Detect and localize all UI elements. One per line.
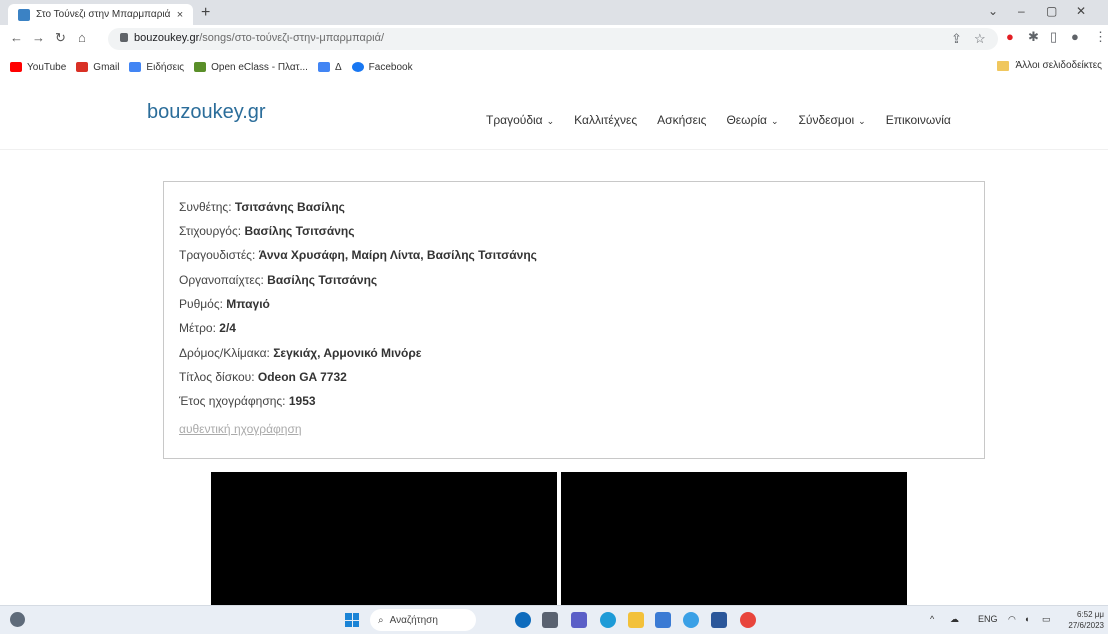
eclass-icon (194, 62, 207, 72)
scale-row: Δρόμος/Κλίμακα: Σεγκιάχ, Αρμονικό Μινόρε (179, 346, 422, 360)
nav-artists[interactable]: Καλλιτέχνες (574, 113, 637, 127)
side-panel-icon[interactable]: ▯ (1050, 29, 1057, 45)
bookmark-news[interactable]: Ειδήσεις (129, 62, 184, 73)
wifi-icon[interactable]: ◠ (1008, 614, 1016, 625)
bookmark-gmail[interactable]: Gmail (76, 62, 119, 73)
extensions-icon[interactable]: ✱ (1028, 29, 1039, 45)
nav-theory[interactable]: Θεωρία ⌄ (726, 113, 778, 127)
nav-contact[interactable]: Επικοινωνία (886, 113, 951, 127)
site-favicon-icon (18, 8, 30, 21)
store-icon[interactable] (655, 612, 671, 628)
chevron-down-icon: ⌄ (546, 116, 555, 126)
tab-search-icon[interactable]: ⌄ (988, 4, 998, 18)
lock-icon (120, 33, 128, 42)
lyricist-row: Στιχουργός: Βασίλης Τσιτσάνης (179, 224, 355, 238)
bookmarks-bar: YouTube Gmail Ειδήσεις Open eClass - Πλα… (0, 55, 1108, 79)
file-explorer-icon[interactable] (628, 612, 644, 628)
singers-row: Τραγουδιστές: Άννα Χρυσάφη, Μαίρη Λίντα,… (179, 248, 537, 262)
song-info-box: Συνθέτης: Τσιτσάνης Βασίλης Στιχουργός: … (163, 181, 985, 459)
facebook-icon (351, 62, 364, 72)
meter-row: Μέτρο: 2/4 (179, 321, 236, 335)
windows-taskbar: ⌕ Αναζήτηση ^ ☁ ENG ◠ ◖ ▭ 6:52 μμ 27/6/202… (0, 605, 1108, 634)
profile-avatar-icon[interactable]: ● (1071, 29, 1079, 44)
tab-title: Στο Τούνεζι στην Μπαρμπαριά (36, 9, 171, 20)
back-icon[interactable]: ← (10, 30, 23, 45)
maximize-button[interactable]: ▢ (1046, 4, 1057, 18)
bookmark-docs[interactable]: Δ (317, 62, 342, 73)
task-view-icon[interactable] (542, 612, 558, 628)
share-icon[interactable]: ⇪ (951, 31, 962, 47)
taskbar-search[interactable]: ⌕ Αναζήτηση (370, 609, 476, 631)
battery-icon[interactable]: ▭ (1042, 614, 1051, 625)
site-logo[interactable]: bouzoukey.gr (147, 101, 266, 124)
reload-icon[interactable]: ↻ (55, 30, 66, 46)
nav-songs[interactable]: Τραγούδια ⌄ (486, 113, 554, 127)
chevron-down-icon: ⌄ (858, 116, 866, 126)
opera-extension-icon[interactable]: ● (1006, 29, 1014, 44)
new-tab-button[interactable]: + (201, 4, 210, 22)
video-embed-1[interactable] (211, 472, 557, 605)
menu-icon[interactable]: ⋮ (1094, 29, 1107, 45)
docs-icon (317, 62, 330, 72)
word-icon[interactable] (711, 612, 727, 628)
bookmark-eclass[interactable]: Open eClass - Πλατ... (194, 62, 308, 73)
close-window-button[interactable]: ✕ (1076, 4, 1086, 18)
language-indicator[interactable]: ENG (978, 614, 998, 624)
tab-close-icon[interactable]: × (173, 9, 187, 21)
chevron-down-icon: ⌄ (770, 116, 779, 126)
main-nav: Τραγούδια ⌄ Καλλιτέχνες Ασκήσεις Θεωρία ⌄ … (486, 113, 971, 127)
nav-exercises[interactable]: Ασκήσεις (657, 113, 706, 127)
folder-icon (997, 60, 1010, 71)
year-row: Έτος ηχογράφησης: 1953 (179, 394, 316, 408)
record-row: Τίτλος δίσκου: Odeon GA 7732 (179, 370, 347, 384)
clock[interactable]: 6:52 μμ 27/6/2023 (1068, 609, 1104, 631)
composer-row: Συνθέτης: Τσιτσάνης Βασίλης (179, 200, 345, 214)
youtube-icon (10, 62, 22, 72)
bookmark-star-icon[interactable]: ☆ (974, 31, 986, 47)
video-embed-2[interactable] (561, 472, 907, 605)
home-icon[interactable]: ⌂ (78, 30, 86, 45)
url-text: bouzoukey.gr/songs/στο-τούνεζι-στην-μπαρ… (134, 32, 384, 44)
app-icon[interactable] (683, 612, 699, 628)
chrome-icon[interactable] (740, 612, 756, 628)
musicians-row: Οργανοπαίχτες: Βασίλης Τσιτσάνης (179, 273, 378, 287)
address-bar[interactable]: bouzoukey.gr/songs/στο-τούνεζι-στην-μπαρ… (108, 28, 998, 50)
search-icon: ⌕ (378, 614, 384, 626)
bookmark-youtube[interactable]: YouTube (10, 62, 66, 73)
onedrive-icon[interactable]: ☁ (950, 614, 959, 625)
weather-icon[interactable] (10, 612, 25, 627)
minimize-button[interactable]: – (1018, 4, 1025, 18)
edge-icon[interactable] (600, 612, 616, 628)
bookmark-facebook[interactable]: Facebook (351, 62, 413, 73)
site-header: bouzoukey.gr Τραγούδια ⌄ Καλλιτέχνες Ασκή… (0, 79, 1108, 150)
gmail-icon (76, 62, 89, 72)
volume-icon[interactable]: ◖ (1024, 614, 1029, 624)
teams-icon[interactable] (571, 612, 587, 628)
original-recording-link[interactable]: αυθεντική ηχογράφηση (179, 422, 302, 436)
nav-links[interactable]: Σύνδεσμοι ⌄ (798, 113, 865, 127)
tab-strip: Στο Τούνεζι στην Μπαρμπαριά × + ⌄ – ▢ ✕ (0, 0, 1108, 25)
rhythm-row: Ρυθμός: Μπαγιό (179, 297, 270, 311)
other-bookmarks[interactable]: Άλλοι σελιδοδείκτες (997, 60, 1102, 71)
start-button[interactable] (345, 613, 359, 627)
show-hidden-icons-icon[interactable]: ^ (930, 614, 934, 624)
news-icon (129, 62, 142, 72)
browser-tab[interactable]: Στο Τούνεζι στην Μπαρμπαριά × (8, 4, 193, 25)
bing-app-icon[interactable] (515, 612, 531, 628)
forward-icon[interactable]: → (32, 30, 45, 45)
